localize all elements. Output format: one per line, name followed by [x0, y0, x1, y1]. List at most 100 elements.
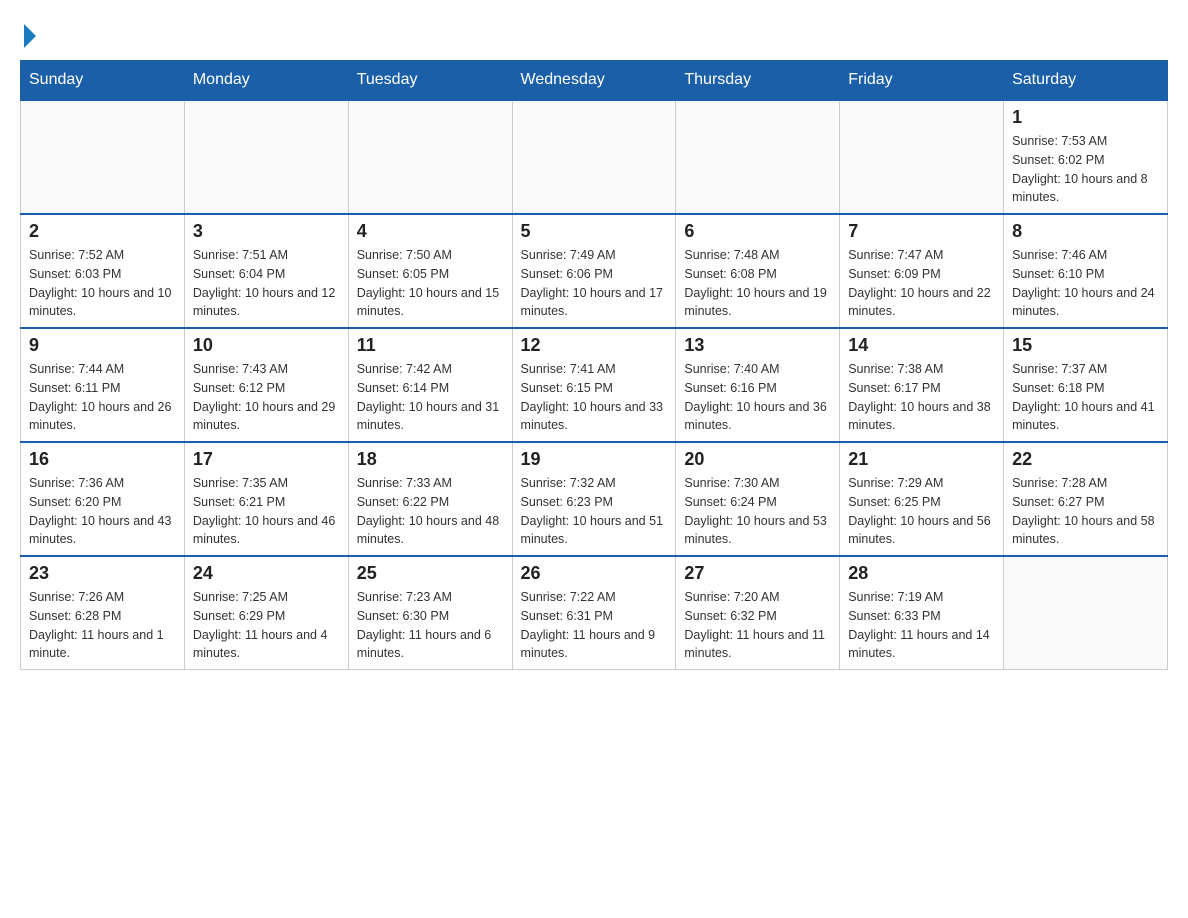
- day-info: Sunrise: 7:36 AM Sunset: 6:20 PM Dayligh…: [29, 474, 176, 549]
- day-info: Sunrise: 7:37 AM Sunset: 6:18 PM Dayligh…: [1012, 360, 1159, 435]
- day-info: Sunrise: 7:48 AM Sunset: 6:08 PM Dayligh…: [684, 246, 831, 321]
- calendar-cell: 7 Sunrise: 7:47 AM Sunset: 6:09 PM Daylig…: [840, 214, 1004, 328]
- day-number: 18: [357, 449, 504, 470]
- day-info: Sunrise: 7:38 AM Sunset: 6:17 PM Dayligh…: [848, 360, 995, 435]
- day-info: Sunrise: 7:19 AM Sunset: 6:33 PM Dayligh…: [848, 588, 995, 663]
- day-info: Sunrise: 7:43 AM Sunset: 6:12 PM Dayligh…: [193, 360, 340, 435]
- calendar-cell: 26 Sunrise: 7:22 AM Sunset: 6:31 PM Dayli…: [512, 556, 676, 670]
- day-info: Sunrise: 7:46 AM Sunset: 6:10 PM Dayligh…: [1012, 246, 1159, 321]
- calendar-cell: 1 Sunrise: 7:53 AM Sunset: 6:02 PM Daylig…: [1004, 100, 1168, 214]
- calendar-cell: 25 Sunrise: 7:23 AM Sunset: 6:30 PM Dayli…: [348, 556, 512, 670]
- day-info: Sunrise: 7:47 AM Sunset: 6:09 PM Dayligh…: [848, 246, 995, 321]
- calendar-cell: 19 Sunrise: 7:32 AM Sunset: 6:23 PM Dayli…: [512, 442, 676, 556]
- weekday-header-friday: Friday: [840, 61, 1004, 101]
- calendar-cell: 4 Sunrise: 7:50 AM Sunset: 6:05 PM Daylig…: [348, 214, 512, 328]
- day-info: Sunrise: 7:41 AM Sunset: 6:15 PM Dayligh…: [521, 360, 668, 435]
- day-number: 16: [29, 449, 176, 470]
- day-info: Sunrise: 7:32 AM Sunset: 6:23 PM Dayligh…: [521, 474, 668, 549]
- week-row-2: 2 Sunrise: 7:52 AM Sunset: 6:03 PM Daylig…: [21, 214, 1168, 328]
- calendar-cell: 5Sunrise: 7:49 AM Sunset: 6:06 PM Daylig…: [512, 214, 676, 328]
- day-info: Sunrise: 7:53 AM Sunset: 6:02 PM Dayligh…: [1012, 132, 1159, 207]
- calendar-cell: [676, 100, 840, 214]
- calendar-cell: 27Sunrise: 7:20 AM Sunset: 6:32 PM Dayli…: [676, 556, 840, 670]
- day-number: 12: [521, 335, 668, 356]
- day-info: Sunrise: 7:22 AM Sunset: 6:31 PM Dayligh…: [521, 588, 668, 663]
- day-number: 25: [357, 563, 504, 584]
- logo-arrow-icon: [24, 24, 36, 48]
- day-info: Sunrise: 7:35 AM Sunset: 6:21 PM Dayligh…: [193, 474, 340, 549]
- day-info: Sunrise: 7:52 AM Sunset: 6:03 PM Dayligh…: [29, 246, 176, 321]
- weekday-header-thursday: Thursday: [676, 61, 840, 101]
- weekday-header-wednesday: Wednesday: [512, 61, 676, 101]
- calendar-cell: [21, 100, 185, 214]
- day-info: Sunrise: 7:26 AM Sunset: 6:28 PM Dayligh…: [29, 588, 176, 663]
- day-info: Sunrise: 7:33 AM Sunset: 6:22 PM Dayligh…: [357, 474, 504, 549]
- calendar-cell: [1004, 556, 1168, 670]
- calendar-cell: 28 Sunrise: 7:19 AM Sunset: 6:33 PM Dayli…: [840, 556, 1004, 670]
- day-number: 28: [848, 563, 995, 584]
- page-header: [20, 20, 1168, 44]
- calendar-cell: 10 Sunrise: 7:43 AM Sunset: 6:12 PM Dayli…: [184, 328, 348, 442]
- day-number: 23: [29, 563, 176, 584]
- day-info: Sunrise: 7:28 AM Sunset: 6:27 PM Dayligh…: [1012, 474, 1159, 549]
- calendar-cell: 16 Sunrise: 7:36 AM Sunset: 6:20 PM Dayli…: [21, 442, 185, 556]
- day-number: 3: [193, 221, 340, 242]
- calendar-cell: 21 Sunrise: 7:29 AM Sunset: 6:25 PM Dayli…: [840, 442, 1004, 556]
- day-number: 20: [684, 449, 831, 470]
- day-info: Sunrise: 7:23 AM Sunset: 6:30 PM Dayligh…: [357, 588, 504, 663]
- day-info: Sunrise: 7:51 AM Sunset: 6:04 PM Dayligh…: [193, 246, 340, 321]
- day-info: Sunrise: 7:44 AM Sunset: 6:11 PM Dayligh…: [29, 360, 176, 435]
- weekday-header-row: SundayMondayTuesdayWednesdayThursdayFrid…: [21, 61, 1168, 101]
- calendar-cell: 20Sunrise: 7:30 AM Sunset: 6:24 PM Dayli…: [676, 442, 840, 556]
- weekday-header-sunday: Sunday: [21, 61, 185, 101]
- calendar-cell: 22 Sunrise: 7:28 AM Sunset: 6:27 PM Dayli…: [1004, 442, 1168, 556]
- calendar-cell: 8 Sunrise: 7:46 AM Sunset: 6:10 PM Daylig…: [1004, 214, 1168, 328]
- week-row-1: 1 Sunrise: 7:53 AM Sunset: 6:02 PM Daylig…: [21, 100, 1168, 214]
- day-info: Sunrise: 7:40 AM Sunset: 6:16 PM Dayligh…: [684, 360, 831, 435]
- day-number: 2: [29, 221, 176, 242]
- calendar-table: SundayMondayTuesdayWednesdayThursdayFrid…: [20, 60, 1168, 670]
- day-number: 13: [684, 335, 831, 356]
- day-number: 19: [521, 449, 668, 470]
- day-info: Sunrise: 7:29 AM Sunset: 6:25 PM Dayligh…: [848, 474, 995, 549]
- day-number: 22: [1012, 449, 1159, 470]
- calendar-cell: [348, 100, 512, 214]
- day-number: 14: [848, 335, 995, 356]
- day-number: 9: [29, 335, 176, 356]
- day-info: Sunrise: 7:42 AM Sunset: 6:14 PM Dayligh…: [357, 360, 504, 435]
- calendar-cell: 23 Sunrise: 7:26 AM Sunset: 6:28 PM Dayli…: [21, 556, 185, 670]
- day-number: 6: [684, 221, 831, 242]
- day-number: 1: [1012, 107, 1159, 128]
- calendar-cell: 11 Sunrise: 7:42 AM Sunset: 6:14 PM Dayli…: [348, 328, 512, 442]
- day-number: 24: [193, 563, 340, 584]
- day-info: Sunrise: 7:20 AM Sunset: 6:32 PM Dayligh…: [684, 588, 831, 663]
- calendar-cell: 24 Sunrise: 7:25 AM Sunset: 6:29 PM Dayli…: [184, 556, 348, 670]
- calendar-cell: 15 Sunrise: 7:37 AM Sunset: 6:18 PM Dayli…: [1004, 328, 1168, 442]
- calendar-cell: 3 Sunrise: 7:51 AM Sunset: 6:04 PM Daylig…: [184, 214, 348, 328]
- calendar-cell: 13 Sunrise: 7:40 AM Sunset: 6:16 PM Dayli…: [676, 328, 840, 442]
- day-number: 15: [1012, 335, 1159, 356]
- calendar-cell: 18 Sunrise: 7:33 AM Sunset: 6:22 PM Dayli…: [348, 442, 512, 556]
- calendar-cell: 12 Sunrise: 7:41 AM Sunset: 6:15 PM Dayli…: [512, 328, 676, 442]
- day-number: 8: [1012, 221, 1159, 242]
- calendar-cell: [840, 100, 1004, 214]
- calendar-cell: 17 Sunrise: 7:35 AM Sunset: 6:21 PM Dayli…: [184, 442, 348, 556]
- weekday-header-tuesday: Tuesday: [348, 61, 512, 101]
- weekday-header-saturday: Saturday: [1004, 61, 1168, 101]
- calendar-cell: 6 Sunrise: 7:48 AM Sunset: 6:08 PM Daylig…: [676, 214, 840, 328]
- day-number: 11: [357, 335, 504, 356]
- week-row-5: 23 Sunrise: 7:26 AM Sunset: 6:28 PM Dayli…: [21, 556, 1168, 670]
- day-number: 7: [848, 221, 995, 242]
- day-number: 26: [521, 563, 668, 584]
- week-row-3: 9 Sunrise: 7:44 AM Sunset: 6:11 PM Daylig…: [21, 328, 1168, 442]
- weekday-header-monday: Monday: [184, 61, 348, 101]
- day-info: Sunrise: 7:25 AM Sunset: 6:29 PM Dayligh…: [193, 588, 340, 663]
- day-number: 21: [848, 449, 995, 470]
- day-number: 10: [193, 335, 340, 356]
- day-info: Sunrise: 7:50 AM Sunset: 6:05 PM Dayligh…: [357, 246, 504, 321]
- week-row-4: 16 Sunrise: 7:36 AM Sunset: 6:20 PM Dayli…: [21, 442, 1168, 556]
- day-number: 4: [357, 221, 504, 242]
- day-number: 17: [193, 449, 340, 470]
- calendar-cell: [512, 100, 676, 214]
- calendar-cell: 2 Sunrise: 7:52 AM Sunset: 6:03 PM Daylig…: [21, 214, 185, 328]
